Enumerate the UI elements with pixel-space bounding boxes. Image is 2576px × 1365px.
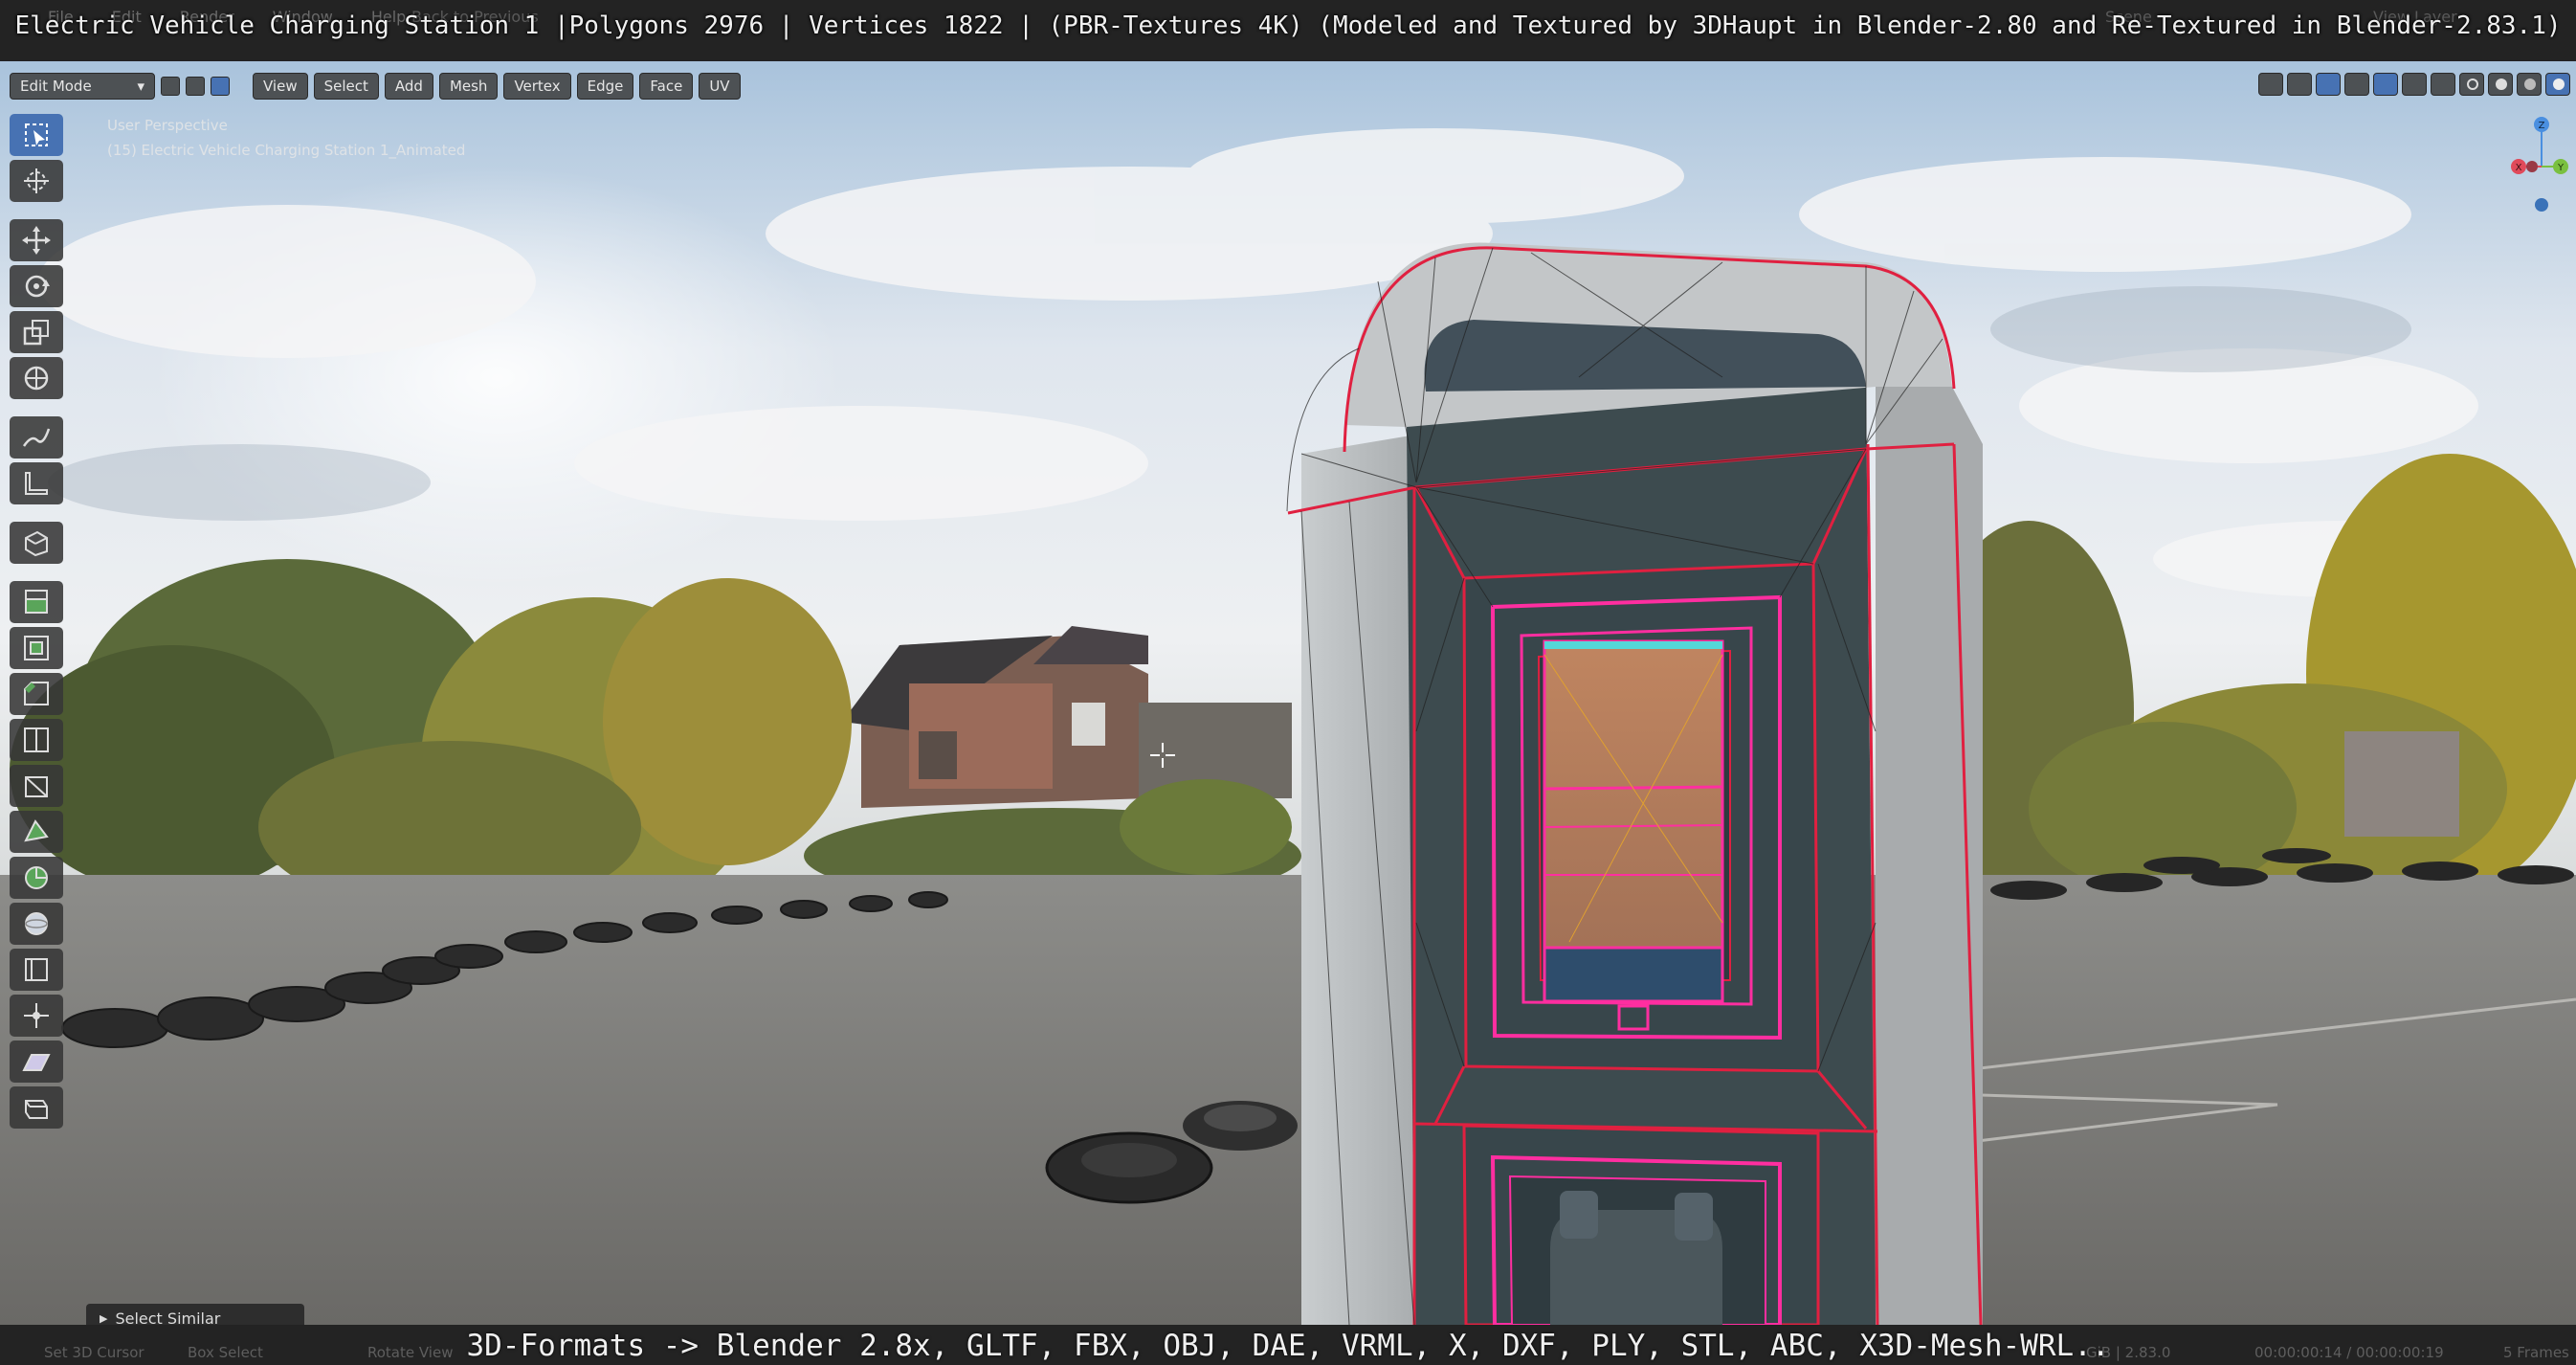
- svg-text:Z: Z: [2539, 121, 2545, 131]
- status-bar: Set 3D Cursor Box Select Rotate View GiB…: [0, 1325, 2576, 1365]
- viewport-scene: [0, 61, 2576, 1325]
- viewport-overlay-text: User Perspective (15) Electric Vehicle C…: [107, 113, 465, 163]
- loop-cut-icon[interactable]: [10, 719, 63, 761]
- viewport-header: Edit Mode ▾ View Select Add Mesh Vertex …: [10, 73, 741, 100]
- knife-icon[interactable]: [10, 765, 63, 807]
- active-object-label: (15) Electric Vehicle Charging Station 1…: [107, 142, 466, 159]
- move-icon[interactable]: [10, 219, 63, 261]
- mesh-menu[interactable]: Mesh: [438, 73, 499, 100]
- mode-selector[interactable]: Edit Mode ▾: [10, 73, 155, 100]
- wireframe-shading-icon[interactable]: [2459, 73, 2484, 96]
- rip-icon[interactable]: [10, 1086, 63, 1129]
- extrude-icon[interactable]: [10, 581, 63, 623]
- vertex-select-mode-button[interactable]: [161, 77, 180, 96]
- navigation-gizmo[interactable]: Z X Y: [2498, 109, 2574, 224]
- mode-label: Edit Mode: [20, 78, 92, 95]
- add-menu[interactable]: Add: [384, 73, 433, 100]
- chevron-down-icon[interactable]: [2344, 73, 2369, 96]
- transform-icon[interactable]: [10, 357, 63, 399]
- measure-icon[interactable]: [10, 462, 63, 504]
- edge-slide-icon[interactable]: [10, 949, 63, 991]
- select-box-icon[interactable]: [10, 114, 63, 156]
- xray-toggle-icon[interactable]: [2431, 73, 2455, 96]
- annotate-icon[interactable]: [10, 416, 63, 459]
- top-menu-bar: File Edit Render Window Help Back to Pre…: [0, 0, 2576, 61]
- edge-menu[interactable]: Edge: [576, 73, 634, 100]
- material-shading-icon[interactable]: [2517, 73, 2542, 96]
- blender-window: File Edit Render Window Help Back to Pre…: [0, 0, 2576, 1365]
- viewport-shading-controls: [2258, 73, 2570, 96]
- last-operator-panel[interactable]: ▶ Select Similar: [86, 1304, 304, 1325]
- edge-select-mode-button[interactable]: [186, 77, 205, 96]
- solid-shading-icon[interactable]: [2488, 73, 2513, 96]
- shrink-fatten-icon[interactable]: [10, 995, 63, 1037]
- visibility-icon[interactable]: [2258, 73, 2283, 96]
- view-menu[interactable]: View: [253, 73, 308, 100]
- shear-icon[interactable]: [10, 1041, 63, 1083]
- smooth-icon[interactable]: [10, 903, 63, 945]
- rotate-icon[interactable]: [10, 265, 63, 307]
- chevron-down-icon[interactable]: [2287, 73, 2312, 96]
- chevron-right-icon: ▶: [100, 1311, 108, 1325]
- tool-shelf: [10, 114, 65, 1132]
- chevron-down-icon: ▾: [137, 78, 144, 95]
- svg-text:Y: Y: [2557, 163, 2565, 173]
- rendered-shading-icon[interactable]: [2545, 73, 2570, 96]
- bevel-icon[interactable]: [10, 673, 63, 715]
- chevron-down-icon[interactable]: [2402, 73, 2427, 96]
- svg-text:X: X: [2516, 163, 2522, 173]
- title-banner: Electric Vehicle Charging Station 1 |Pol…: [14, 11, 2562, 40]
- face-menu[interactable]: Face: [639, 73, 694, 100]
- inset-icon[interactable]: [10, 627, 63, 669]
- add-cube-icon[interactable]: [10, 522, 63, 564]
- scale-icon[interactable]: [10, 311, 63, 353]
- operator-label: Select Similar: [115, 1309, 221, 1326]
- formats-banner: 3D-Formats -> Blender 2.8x, GLTF, FBX, O…: [466, 1329, 2110, 1363]
- vertex-menu[interactable]: Vertex: [503, 73, 571, 100]
- spin-icon[interactable]: [10, 857, 63, 899]
- cursor-icon[interactable]: [10, 160, 63, 202]
- uv-menu[interactable]: UV: [699, 73, 741, 100]
- crosshair-cursor-icon: [1150, 743, 1175, 768]
- face-select-mode-button[interactable]: [211, 77, 230, 96]
- select-menu[interactable]: Select: [313, 73, 379, 100]
- 3d-viewport[interactable]: Edit Mode ▾ View Select Add Mesh Vertex …: [0, 61, 2576, 1325]
- overlay-toggle-icon[interactable]: [2373, 73, 2398, 96]
- poly-build-icon[interactable]: [10, 811, 63, 853]
- gizmo-toggle-icon[interactable]: [2316, 73, 2341, 96]
- view-perspective-label: User Perspective: [107, 117, 228, 134]
